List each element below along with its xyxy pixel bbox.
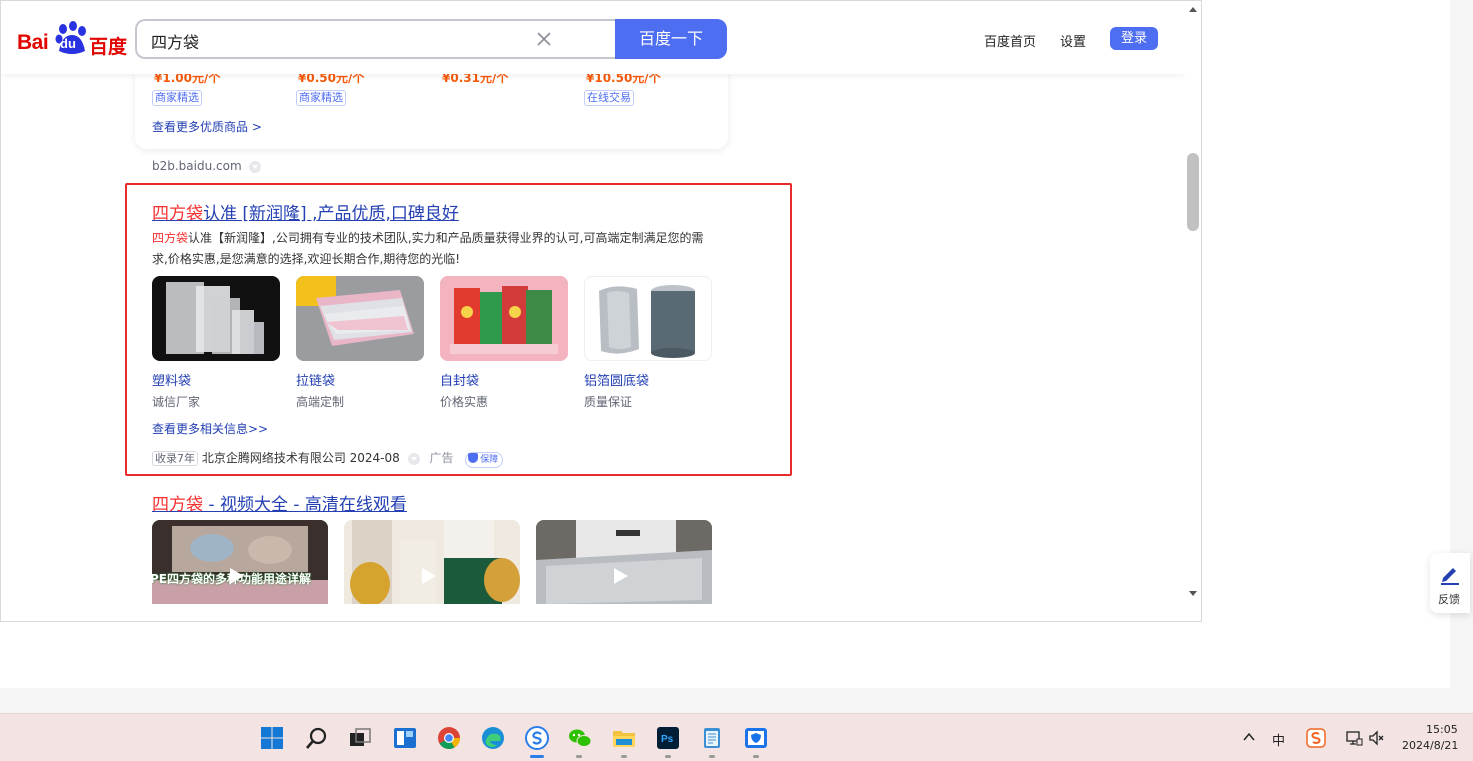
play-icon — [230, 568, 244, 584]
desc-text: 认准【新润隆】,公司拥有专业的技术团队,实力和产品质量获得业界的认可,可高端定制… — [152, 231, 704, 266]
svg-text:Ps: Ps — [661, 734, 674, 745]
clock-date[interactable]: 2024/8/21 — [1402, 739, 1458, 752]
running-app-indicator — [621, 755, 627, 758]
search-header: Bai du 百度 四方袋 百度一下 百度首页 设置 登录 — [1, 1, 1185, 74]
logo-text-du: du — [60, 36, 76, 51]
chevron-down-icon[interactable] — [407, 452, 420, 465]
product-subtitle: 诚信厂家 — [152, 395, 201, 409]
guarantee-badge[interactable]: 保障 — [465, 452, 504, 468]
edge-icon[interactable] — [481, 726, 505, 750]
sogou-input-icon[interactable] — [1306, 728, 1326, 748]
windows-start-icon[interactable] — [260, 726, 284, 750]
running-app-indicator — [665, 755, 671, 758]
product-tag: 在线交易 — [584, 90, 634, 106]
video-thumbnail[interactable]: PE四方袋的多种功能用途详解 — [152, 520, 328, 604]
product-image-zipper-bag[interactable] — [296, 276, 424, 361]
search-query: 四方袋 — [151, 33, 200, 52]
video-thumbnail[interactable] — [536, 520, 712, 604]
scroll-down-icon[interactable] — [1189, 591, 1197, 596]
search-icon[interactable] — [305, 726, 329, 750]
logo-text-bai: Bai — [17, 31, 49, 54]
product-name-link[interactable]: 自封袋 — [440, 370, 479, 389]
chevron-down-icon[interactable] — [249, 160, 262, 173]
scrollbar-thumb[interactable] — [1187, 153, 1199, 231]
play-icon — [422, 568, 436, 584]
product-subtitle: 质量保证 — [584, 395, 633, 409]
widgets-icon[interactable] — [393, 726, 417, 750]
photoshop-icon[interactable]: Ps — [656, 726, 680, 750]
nav-baidu-home[interactable]: 百度首页 — [984, 31, 1036, 50]
clear-icon[interactable] — [535, 30, 553, 48]
security-app-icon[interactable] — [744, 726, 768, 750]
source-url-text[interactable]: b2b.baidu.com — [152, 159, 242, 173]
product-name-link[interactable]: 拉链袋 — [296, 370, 335, 389]
advertiser-name[interactable]: 北京企腾网络技术有限公司 2024-08 — [202, 451, 400, 465]
title-keyword: 四方袋 — [152, 495, 203, 515]
wechat-icon[interactable] — [568, 726, 592, 750]
more-info-link[interactable]: 查看更多相关信息>> — [152, 420, 268, 437]
sogou-browser-icon[interactable] — [525, 726, 549, 750]
desc-keyword: 四方袋 — [152, 231, 189, 245]
scroll-up-icon[interactable] — [1189, 7, 1197, 12]
product-subtitle: 高端定制 — [296, 395, 345, 409]
guarantee-text: 保障 — [480, 455, 499, 465]
ad-result-title[interactable]: 四方袋认准 [新润隆] ,产品优质,口碑良好 — [152, 199, 459, 224]
product-image-self-seal-bag[interactable] — [440, 276, 568, 361]
file-explorer-icon[interactable] — [612, 726, 636, 750]
search-button[interactable]: 百度一下 — [615, 19, 727, 59]
video-result-title[interactable]: 四方袋 - 视频大全 - 高清在线观看 — [152, 490, 407, 515]
pen-icon — [1441, 568, 1459, 585]
product-name-link[interactable]: 铝箔圆底袋 — [584, 370, 649, 389]
product-tag: 商家精选 — [296, 90, 346, 106]
play-icon — [614, 568, 628, 584]
product-subtitle: 价格实惠 — [440, 395, 489, 409]
windows-taskbar: Ps 中 15:05 2024/8/21 — [0, 713, 1473, 761]
baidu-logo[interactable]: Bai du 百度 — [17, 21, 128, 58]
feedback-button[interactable]: 反馈 — [1430, 553, 1470, 613]
product-tag: 商家精选 — [152, 90, 202, 106]
ad-source-line: 收录7年 北京企腾网络技术有限公司 2024-08 广告 保障 — [152, 449, 504, 468]
logo-text-baidu: 百度 — [89, 36, 128, 58]
task-view-icon[interactable] — [348, 726, 372, 750]
running-app-indicator — [753, 755, 759, 758]
nav-settings[interactable]: 设置 — [1060, 31, 1086, 50]
login-button[interactable]: 登录 — [1110, 27, 1158, 50]
network-icon[interactable] — [1345, 729, 1363, 747]
active-app-indicator — [530, 755, 544, 758]
vertical-scrollbar[interactable] — [1185, 1, 1201, 621]
ad-label: 广告 — [429, 451, 454, 465]
ime-indicator[interactable]: 中 — [1272, 730, 1285, 749]
browser-viewport: Bai du 百度 四方袋 百度一下 百度首页 设置 登录 ¥1.00元/个 ¥… — [0, 0, 1202, 622]
volume-muted-icon[interactable] — [1368, 729, 1386, 747]
title-text: - 视频大全 - 高清在线观看 — [203, 495, 407, 515]
video-thumbnail[interactable] — [344, 520, 520, 604]
clock-time[interactable]: 15:05 — [1426, 723, 1458, 736]
product-image-plastic-bag[interactable] — [152, 276, 280, 361]
product-image-foil-bag[interactable] — [584, 276, 712, 361]
chevron-up-icon[interactable] — [1243, 732, 1255, 742]
desktop-background-bottom — [0, 622, 1450, 688]
feedback-label: 反馈 — [1438, 593, 1460, 606]
running-app-indicator — [709, 755, 715, 758]
record-badge: 收录7年 — [152, 451, 198, 466]
title-keyword: 四方袋 — [152, 204, 203, 224]
running-app-indicator — [576, 755, 582, 758]
notepad-icon[interactable] — [700, 726, 724, 750]
chrome-icon[interactable] — [437, 726, 461, 750]
more-products-link[interactable]: 查看更多优质商品 > — [152, 118, 262, 135]
source-url: b2b.baidu.com — [152, 159, 262, 173]
search-input[interactable]: 四方袋 — [135, 19, 617, 59]
shield-icon — [468, 453, 479, 463]
title-text: 认准 [新润隆] ,产品优质,口碑良好 — [203, 204, 459, 224]
desktop-background-right — [1202, 0, 1450, 688]
ad-description: 四方袋认准【新润隆】,公司拥有专业的技术团队,实力和产品质量获得业界的认可,可高… — [152, 228, 717, 270]
product-name-link[interactable]: 塑料袋 — [152, 370, 191, 389]
